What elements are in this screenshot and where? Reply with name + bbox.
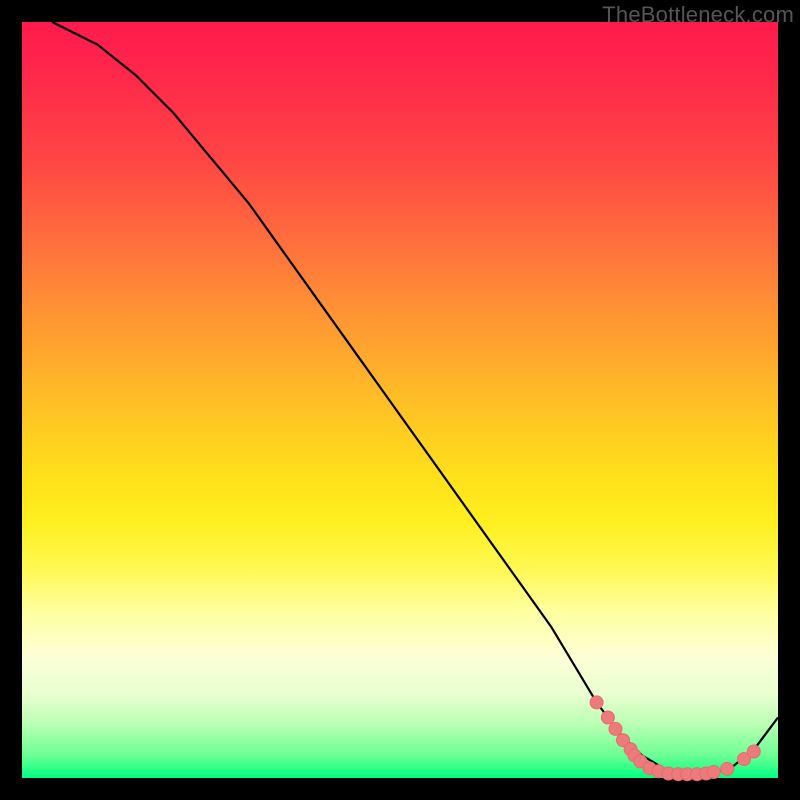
chart-markers — [590, 696, 760, 781]
chart-frame: TheBottleneck.com — [0, 0, 800, 800]
chart-marker — [590, 696, 603, 709]
chart-marker — [609, 722, 622, 735]
watermark-text: TheBottleneck.com — [602, 2, 794, 28]
chart-curve — [52, 22, 778, 774]
chart-svg — [22, 22, 778, 778]
chart-marker — [601, 711, 614, 724]
plot-area — [22, 22, 778, 778]
chart-marker — [707, 766, 720, 779]
chart-marker — [747, 745, 760, 758]
chart-marker — [721, 762, 734, 775]
